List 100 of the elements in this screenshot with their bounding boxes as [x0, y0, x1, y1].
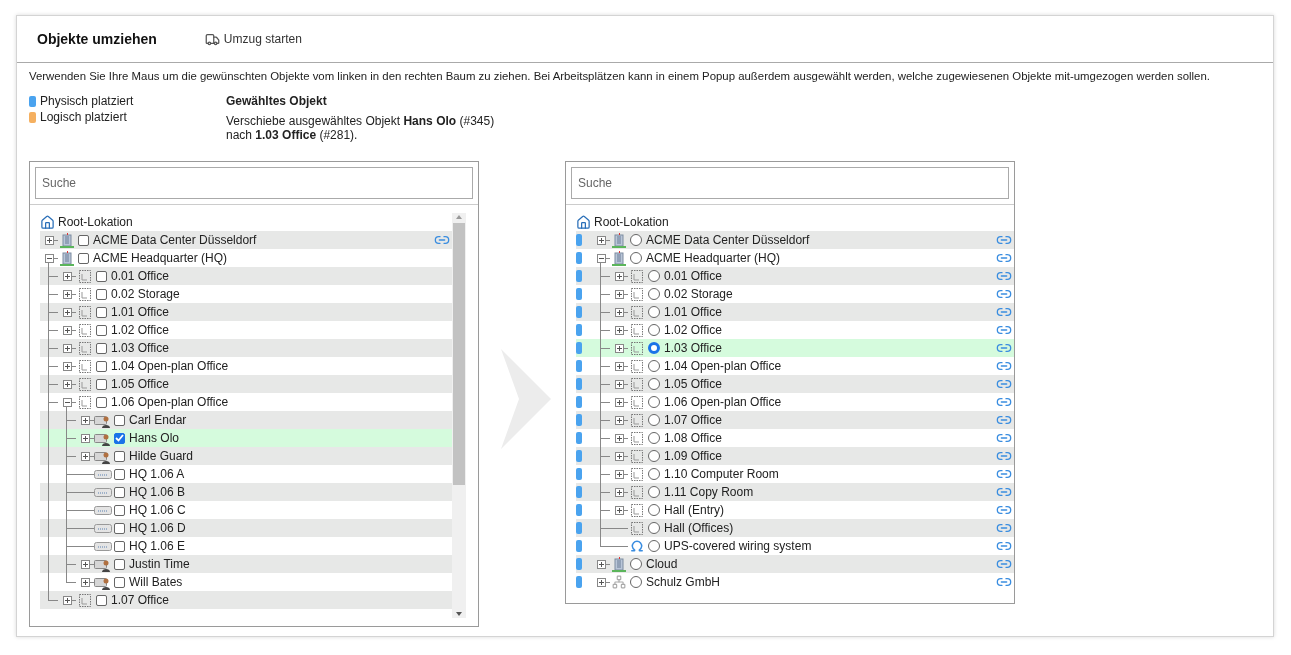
tree-row[interactable]: 1.04 Open-plan Office	[40, 357, 452, 375]
tree-row[interactable]: ACME Headquarter (HQ)	[40, 249, 452, 267]
checkbox[interactable]	[96, 594, 107, 606]
expand-toggle[interactable]	[62, 379, 72, 389]
tree-row[interactable]: 0.02 Storage	[576, 285, 1014, 303]
tree-row[interactable]: 1.01 Office	[40, 303, 452, 321]
radio-button[interactable]	[648, 270, 660, 282]
radio-button[interactable]	[648, 360, 660, 372]
checkbox[interactable]	[96, 270, 107, 282]
checkbox[interactable]	[114, 540, 125, 552]
tree-row[interactable]: 1.01 Office	[576, 303, 1014, 321]
tree-row[interactable]: Hall (Entry)	[576, 501, 1014, 519]
radio-button[interactable]	[648, 468, 660, 480]
tree-row[interactable]: Justin Time	[40, 555, 452, 573]
tree-row[interactable]: 1.02 Office	[576, 321, 1014, 339]
checkbox[interactable]	[114, 486, 125, 498]
tree-row[interactable]: ACME Data Center Düsseldorf	[576, 231, 1014, 249]
collapse-toggle[interactable]	[44, 253, 54, 263]
expand-toggle[interactable]	[80, 415, 90, 425]
checkbox[interactable]	[96, 342, 107, 354]
expand-toggle[interactable]	[80, 577, 90, 587]
expand-toggle[interactable]	[614, 289, 624, 299]
tree-row[interactable]: UPS-covered wiring system	[576, 537, 1014, 555]
radio-button[interactable]	[648, 306, 660, 318]
checkbox[interactable]	[114, 576, 125, 588]
checkbox[interactable]	[96, 324, 107, 336]
checkbox[interactable]	[114, 504, 125, 516]
tree-row[interactable]: ACME Headquarter (HQ)	[576, 249, 1014, 267]
expand-toggle[interactable]	[62, 343, 72, 353]
scroll-down-icon[interactable]	[455, 610, 463, 618]
tree-row[interactable]: 0.01 Office	[576, 267, 1014, 285]
collapse-toggle[interactable]	[596, 253, 606, 263]
expand-toggle[interactable]	[62, 271, 72, 281]
tree-row[interactable]: 1.02 Office	[40, 321, 452, 339]
expand-toggle[interactable]	[614, 433, 624, 443]
expand-toggle[interactable]	[614, 307, 624, 317]
expand-toggle[interactable]	[614, 415, 624, 425]
expand-toggle[interactable]	[62, 595, 72, 605]
tree-row[interactable]: 1.09 Office	[576, 447, 1014, 465]
search-field[interactable]: Suche	[35, 167, 473, 199]
expand-toggle[interactable]	[80, 451, 90, 461]
checkbox[interactable]	[78, 234, 89, 246]
radio-button[interactable]	[648, 450, 660, 462]
radio-button[interactable]	[648, 414, 660, 426]
expand-toggle[interactable]	[62, 361, 72, 371]
radio-button[interactable]	[630, 576, 642, 588]
tree-row[interactable]: HQ 1.06 A	[40, 465, 452, 483]
tree-row[interactable]: Schulz GmbH	[576, 573, 1014, 591]
expand-toggle[interactable]	[80, 433, 90, 443]
radio-button[interactable]	[648, 324, 660, 336]
expand-toggle[interactable]	[596, 235, 606, 245]
expand-toggle[interactable]	[614, 343, 624, 353]
expand-toggle[interactable]	[62, 289, 72, 299]
expand-toggle[interactable]	[614, 271, 624, 281]
radio-button[interactable]	[630, 234, 642, 246]
tree-row[interactable]: Hans Olo	[40, 429, 452, 447]
checkbox[interactable]	[78, 252, 89, 264]
radio-button[interactable]	[630, 252, 642, 264]
checkbox[interactable]	[96, 396, 107, 408]
radio-button[interactable]	[648, 486, 660, 498]
tree-row[interactable]: 1.07 Office	[576, 411, 1014, 429]
expand-toggle[interactable]	[614, 469, 624, 479]
search-field[interactable]: Suche	[571, 167, 1009, 199]
tree-row[interactable]: 1.07 Office	[40, 591, 452, 609]
radio-button[interactable]	[648, 288, 660, 300]
tree-row[interactable]: Carl Endar	[40, 411, 452, 429]
checkbox[interactable]	[96, 378, 107, 390]
radio-button[interactable]	[648, 522, 660, 534]
radio-button[interactable]	[648, 378, 660, 390]
tree-row[interactable]: HQ 1.06 D	[40, 519, 452, 537]
expand-toggle[interactable]	[614, 361, 624, 371]
expand-toggle[interactable]	[614, 397, 624, 407]
start-move-button[interactable]: Umzug starten	[202, 29, 304, 49]
tree-row[interactable]: HQ 1.06 C	[40, 501, 452, 519]
expand-toggle[interactable]	[614, 487, 624, 497]
checkbox[interactable]	[114, 450, 125, 462]
expand-toggle[interactable]	[62, 325, 72, 335]
expand-toggle[interactable]	[614, 451, 624, 461]
tree-row[interactable]: 1.11 Copy Room	[576, 483, 1014, 501]
checkbox[interactable]	[96, 306, 107, 318]
radio-button[interactable]	[648, 540, 660, 552]
checkbox[interactable]	[96, 360, 107, 372]
tree-row[interactable]: 0.02 Storage	[40, 285, 452, 303]
expand-toggle[interactable]	[80, 559, 90, 569]
radio-button[interactable]	[648, 504, 660, 516]
checkbox[interactable]	[114, 414, 125, 426]
tree-row[interactable]: 1.05 Office	[576, 375, 1014, 393]
tree-row[interactable]: Hall (Offices)	[576, 519, 1014, 537]
radio-button[interactable]	[648, 342, 660, 354]
expand-toggle[interactable]	[596, 559, 606, 569]
radio-button[interactable]	[648, 396, 660, 408]
checkbox[interactable]	[96, 288, 107, 300]
tree-row[interactable]: 1.03 Office	[40, 339, 452, 357]
scrollbar[interactable]	[452, 213, 466, 618]
expand-toggle[interactable]	[62, 307, 72, 317]
collapse-toggle[interactable]	[62, 397, 72, 407]
radio-button[interactable]	[648, 432, 660, 444]
tree-row[interactable]: ACME Data Center Düsseldorf	[40, 231, 452, 249]
tree-row[interactable]: HQ 1.06 B	[40, 483, 452, 501]
tree-row[interactable]: Hilde Guard	[40, 447, 452, 465]
